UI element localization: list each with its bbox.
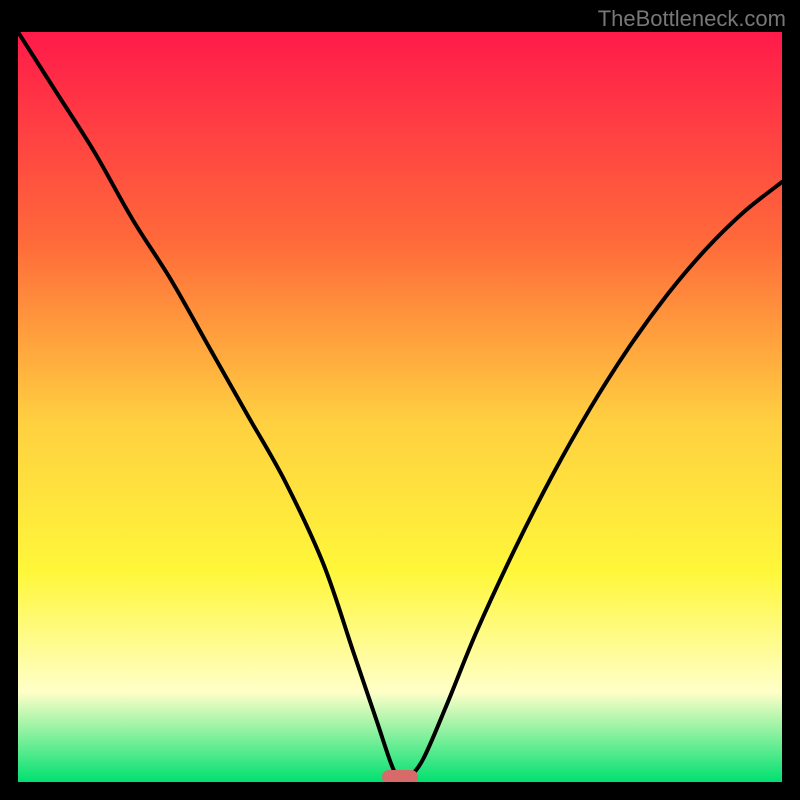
chart-frame: TheBottleneck.com xyxy=(0,0,800,800)
plot-area xyxy=(18,32,782,782)
gradient-bg xyxy=(18,32,782,782)
optimal-marker xyxy=(382,770,418,782)
chart-svg xyxy=(18,32,782,782)
watermark-text: TheBottleneck.com xyxy=(598,6,786,32)
